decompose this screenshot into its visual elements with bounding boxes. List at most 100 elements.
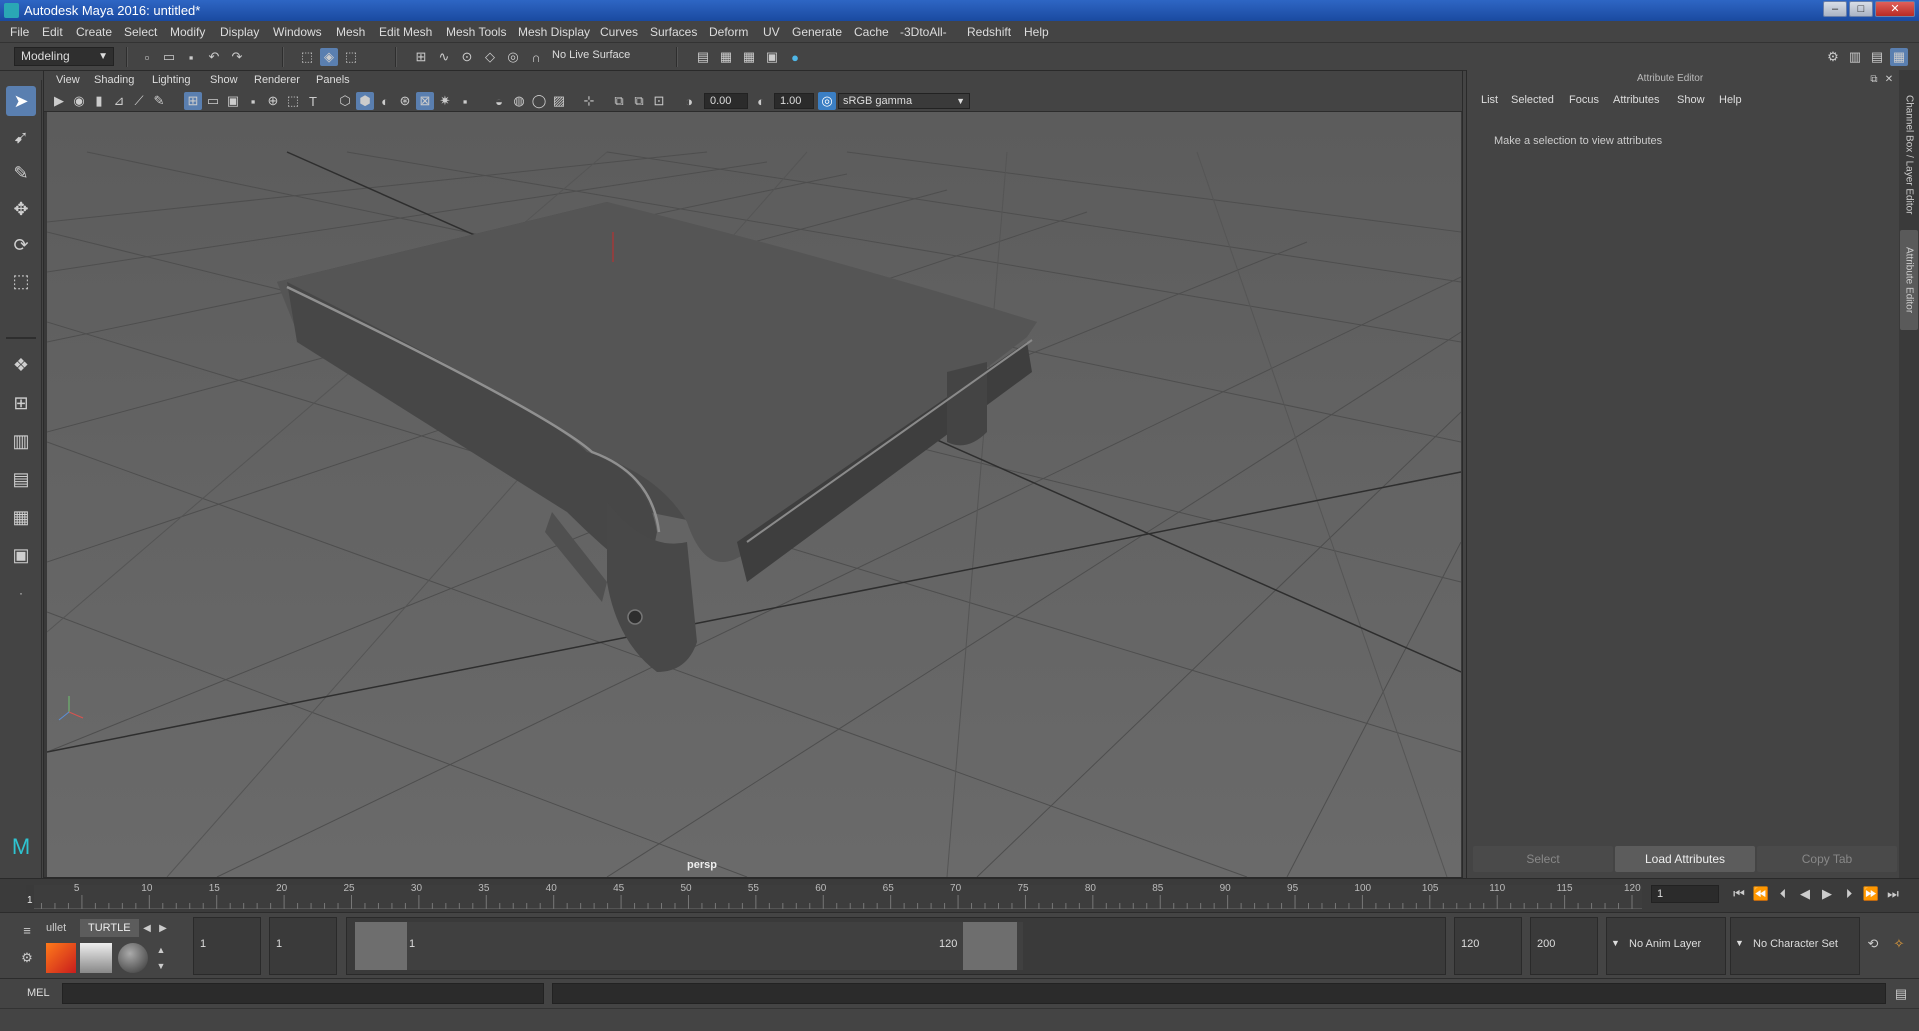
menu-help[interactable]: Help [1024, 25, 1049, 39]
channel-box-tab[interactable]: Channel Box / Layer Editor [1900, 80, 1918, 230]
range-start-handle[interactable] [355, 922, 407, 970]
ae-menu-help[interactable]: Help [1719, 94, 1742, 106]
snap-surface-icon[interactable]: ◎ [504, 48, 522, 66]
snap-point-icon[interactable]: ⊙ [458, 48, 476, 66]
live-surface-label[interactable]: No Live Surface [552, 49, 630, 61]
bookmark-icon[interactable]: ▮ [90, 92, 108, 110]
range-end-handle[interactable] [963, 922, 1017, 970]
menu-3dtoall[interactable]: -3DtoAll- [900, 25, 947, 39]
exposure-icon[interactable]: ◑ [680, 92, 698, 110]
shelf-menu-icon[interactable]: ≡ [18, 921, 36, 939]
playback-end-field[interactable]: 120 [1454, 917, 1522, 975]
image-plane-icon[interactable]: ⊿ [110, 92, 128, 110]
modeling-toolkit-icon[interactable]: ⚙ [1824, 48, 1842, 66]
go-to-end-icon[interactable]: ⏭ [1884, 885, 1902, 903]
hypershade-icon[interactable]: ● [786, 48, 804, 66]
menu-create[interactable]: Create [76, 25, 112, 39]
exposure-field[interactable]: 0.00 [704, 93, 748, 109]
play-backward-icon[interactable]: ◀ [1796, 885, 1814, 903]
scale-tool-icon[interactable]: ⬚ [6, 266, 36, 296]
ae-menu-show[interactable]: Show [1677, 94, 1705, 106]
xray-joints-icon[interactable]: ⧉ [610, 92, 628, 110]
anti-aliasing-icon[interactable]: ◯ [530, 92, 548, 110]
step-forward-key-icon[interactable]: ⏩ [1862, 885, 1880, 903]
persp-outliner-layout-icon[interactable]: ▥ [6, 426, 36, 456]
range-bar[interactable] [407, 922, 1023, 970]
select-hierarchy-icon[interactable]: ⬚ [298, 48, 316, 66]
auto-key-icon[interactable]: ⟲ [1864, 935, 1882, 953]
step-back-frame-icon[interactable]: ⏴ [1774, 885, 1792, 903]
default-material-icon[interactable]: ◐ [376, 92, 394, 110]
vp-menu-shading[interactable]: Shading [94, 74, 134, 86]
shadows-icon[interactable]: ▪ [456, 92, 474, 110]
shelf-tab-bullet[interactable]: ullet [40, 919, 72, 937]
menu-select[interactable]: Select [124, 25, 157, 39]
play-forward-icon[interactable]: ▶ [1818, 885, 1836, 903]
gamma-icon[interactable]: ◐ [752, 92, 770, 110]
smooth-shade-icon[interactable]: ⬢ [356, 92, 374, 110]
depth-of-field-icon[interactable]: ▨ [550, 92, 568, 110]
attribute-editor-toggle-icon[interactable]: ▥ [1846, 48, 1864, 66]
vp-menu-renderer[interactable]: Renderer [254, 74, 300, 86]
menu-generate[interactable]: Generate [792, 25, 842, 39]
render-frame-icon[interactable]: ▦ [717, 48, 735, 66]
camera-select-icon[interactable]: ▶ [50, 92, 68, 110]
safe-title-icon[interactable]: T [304, 92, 322, 110]
turtle-bake-icon[interactable] [80, 943, 112, 973]
more-layouts-icon[interactable]: · [6, 578, 36, 608]
move-tool-icon[interactable]: ✥ [6, 194, 36, 224]
motion-blur-icon[interactable]: ◍ [510, 92, 528, 110]
attribute-editor-tab[interactable]: Attribute Editor [1900, 230, 1918, 330]
x-ray-icon[interactable]: ⊠ [416, 92, 434, 110]
menu-redshift[interactable]: Redshift [967, 25, 1011, 39]
channel-box-toggle-icon[interactable]: ▦ [1890, 48, 1908, 66]
new-scene-icon[interactable]: ▫ [138, 48, 156, 66]
menu-surfaces[interactable]: Surfaces [650, 25, 697, 39]
select-object-icon[interactable]: ◈ [320, 48, 338, 66]
rotate-tool-icon[interactable]: ⟳ [6, 230, 36, 260]
resolution-gate-icon[interactable]: ▣ [224, 92, 242, 110]
open-scene-icon[interactable]: ▭ [160, 48, 178, 66]
step-back-key-icon[interactable]: ⏪ [1752, 885, 1770, 903]
close-button[interactable]: ✕ [1875, 1, 1915, 17]
vp-menu-show[interactable]: Show [210, 74, 238, 86]
grease-pencil-icon[interactable]: ✎ [150, 92, 168, 110]
use-all-lights-icon[interactable]: ✷ [436, 92, 454, 110]
xray-active-icon[interactable]: ⧉ [630, 92, 648, 110]
time-ruler[interactable]: 5 10 15 20 25 30 35 40 45 50 55 60 65 70 75 80 85 90 95 100… [26, 883, 1642, 909]
snap-grid-icon[interactable]: ⊞ [412, 48, 430, 66]
select-component-icon[interactable]: ⬚ [342, 48, 360, 66]
anim-layer-dropdown[interactable]: No Anim Layer ▼ [1606, 917, 1726, 975]
lasso-tool-icon[interactable]: ➹ [6, 122, 36, 152]
two-d-pan-icon[interactable]: ⟋ [130, 92, 148, 110]
vp-menu-panels[interactable]: Panels [316, 74, 350, 86]
script-editor-icon[interactable]: ▤ [1892, 985, 1910, 1003]
copy-tab-button[interactable]: Copy Tab [1757, 846, 1897, 872]
ae-menu-selected[interactable]: Selected [1511, 94, 1554, 106]
command-input[interactable] [62, 983, 544, 1004]
redo-icon[interactable]: ↷ [228, 48, 246, 66]
shelf-tab-turtle[interactable]: TURTLE [80, 919, 139, 937]
snap-curve-icon[interactable]: ∿ [435, 48, 453, 66]
gamma-field[interactable]: 1.00 [774, 93, 814, 109]
ae-menu-list[interactable]: List [1481, 94, 1498, 106]
outliner-layout-icon[interactable]: ▦ [6, 502, 36, 532]
backface-culling-icon[interactable]: ⊡ [650, 92, 668, 110]
save-scene-icon[interactable]: ▪ [182, 48, 200, 66]
menu-mesh[interactable]: Mesh [336, 25, 365, 39]
load-attributes-button[interactable]: Load Attributes [1615, 846, 1755, 872]
playback-start-field[interactable]: 1 [269, 917, 337, 975]
select-tool-icon[interactable]: ➤ [6, 86, 36, 116]
close-panel-icon[interactable]: ✕ [1880, 70, 1898, 88]
character-set-dropdown[interactable]: No Character Set ▼ [1730, 917, 1860, 975]
select-button[interactable]: Select [1473, 846, 1613, 872]
render-view-icon[interactable]: ▣ [763, 48, 781, 66]
menu-display[interactable]: Display [220, 25, 259, 39]
menu-mesh-display[interactable]: Mesh Display [518, 25, 590, 39]
undo-icon[interactable]: ↶ [205, 48, 223, 66]
menu-deform[interactable]: Deform [709, 25, 748, 39]
maximize-button[interactable]: □ [1849, 1, 1873, 17]
menu-edit-mesh[interactable]: Edit Mesh [379, 25, 432, 39]
wireframe-on-shaded-icon[interactable]: ⊛ [396, 92, 414, 110]
perspective-viewport[interactable]: persp [47, 112, 1461, 877]
